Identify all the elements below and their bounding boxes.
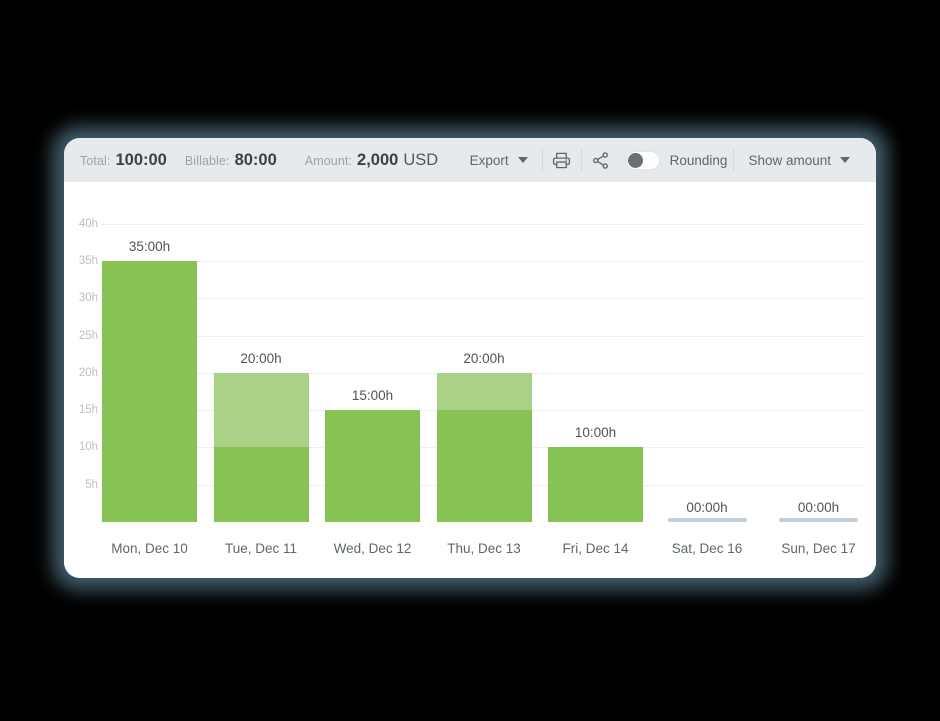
chevron-down-icon <box>517 157 528 163</box>
bar[interactable] <box>102 260 197 522</box>
bar[interactable] <box>213 372 309 522</box>
screen: Total: 100:00 Billable: 80:00 Amount: 2,… <box>0 0 940 721</box>
zero-bar-stub <box>779 518 858 522</box>
y-axis-tick: 35h <box>78 254 98 267</box>
y-axis-tick: 30h <box>78 292 98 305</box>
x-axis-label: Tue, Dec 11 <box>224 541 298 556</box>
share-button[interactable] <box>584 146 618 174</box>
show-amount-label: Show amount <box>748 152 831 168</box>
bar-value-label: 00:00h <box>797 500 840 515</box>
bar-segment-billable[interactable] <box>213 447 309 522</box>
total-label: Total: <box>80 153 111 168</box>
bar-segment-billable[interactable] <box>102 260 197 522</box>
x-axis-label: Thu, Dec 13 <box>447 541 521 556</box>
bar-chart: 5h 10h 15h 20h 25h 30h 35h 40h 35:00h Mon, Dec 1… <box>64 182 876 578</box>
amount-currency: USD <box>403 150 439 169</box>
bar-value-label: 20:00h <box>240 350 282 366</box>
divider <box>580 149 582 171</box>
zero-bar-stub <box>667 518 747 522</box>
amount-label: Amount: <box>304 153 353 168</box>
bar-column[interactable]: 00:00h Sat, Dec 16 <box>660 182 755 578</box>
x-axis-label: Wed, Dec 12 <box>333 541 412 556</box>
bar-segment-billable[interactable] <box>325 410 420 522</box>
y-axis-tick: 5h <box>85 478 98 491</box>
toolbar-actions: Export Rounding Show amount <box>458 138 862 182</box>
amount-value: 2,000 <box>357 150 399 169</box>
bar-value-label: 35:00h <box>128 238 171 254</box>
export-label: Export <box>469 152 509 168</box>
plot-area: 5h 10h 15h 20h 25h 30h 35h 40h 35:00h Mon, Dec 1… <box>64 182 876 578</box>
card-body: Total: 100:00 Billable: 80:00 Amount: 2,… <box>64 138 876 578</box>
bar-value-label: 20:00h <box>463 350 505 366</box>
x-axis-label: Sun, Dec 17 <box>781 541 856 556</box>
report-card: Total: 100:00 Billable: 80:00 Amount: 2,… <box>52 126 888 590</box>
x-axis-label: Mon, Dec 10 <box>111 541 188 556</box>
y-axis-tick: 10h <box>78 441 98 454</box>
total-stat: Total: 100:00 <box>80 151 167 170</box>
chevron-down-icon <box>840 157 850 163</box>
bar[interactable] <box>325 410 420 522</box>
bar-segment-nonbillable[interactable] <box>436 372 532 411</box>
bar[interactable] <box>548 447 643 522</box>
bar[interactable] <box>436 372 532 522</box>
bar-column[interactable]: 15:00h Wed, Dec 12 <box>325 182 420 578</box>
x-axis-label: Sat, Dec 16 <box>671 541 743 556</box>
bar-column[interactable]: 20:00h Tue, Dec 11 <box>213 182 309 578</box>
y-axis-tick: 15h <box>78 404 98 417</box>
toolbar: Total: 100:00 Billable: 80:00 Amount: 2,… <box>64 138 876 182</box>
divider <box>733 149 735 171</box>
bar-segment-billable[interactable] <box>436 410 532 522</box>
share-icon <box>591 151 610 170</box>
print-button[interactable] <box>545 146 579 174</box>
rounding-toggle[interactable] <box>625 150 660 170</box>
bar-column[interactable]: 00:00h Sun, Dec 17 <box>771 182 866 578</box>
total-value: 100:00 <box>115 150 167 169</box>
billable-value: 80:00 <box>234 150 277 169</box>
bar-column[interactable]: 35:00h Mon, Dec 10 <box>102 182 197 578</box>
show-amount-dropdown[interactable]: Show amount <box>736 146 862 174</box>
y-axis-tick: 25h <box>78 329 98 342</box>
y-axis-tick: 20h <box>78 366 98 379</box>
amount-stat: Amount: 2,000 USD <box>305 151 438 170</box>
bar-value-label: 15:00h <box>351 388 394 404</box>
bar-series: 35:00h Mon, Dec 10 20:00h Tue, Dec 11 15:00h… <box>102 182 864 578</box>
billable-stat: Billable: 80:00 <box>185 151 277 170</box>
bar-value-label: 00:00h <box>686 500 728 515</box>
x-axis-label: Fri, Dec 14 <box>562 541 629 556</box>
bar-column[interactable]: 20:00h Thu, Dec 13 <box>436 182 532 578</box>
y-axis-tick: 40h <box>78 217 98 230</box>
divider <box>541 149 543 171</box>
bar-column[interactable]: 10:00h Fri, Dec 14 <box>548 182 643 578</box>
bar-segment-billable[interactable] <box>548 447 643 522</box>
printer-icon <box>552 151 571 170</box>
billable-label: Billable: <box>184 153 230 168</box>
export-dropdown[interactable]: Export <box>458 146 540 174</box>
summary-stats: Total: 100:00 Billable: 80:00 Amount: 2,… <box>80 151 438 170</box>
toggle-knob <box>627 152 643 168</box>
bar-segment-nonbillable[interactable] <box>213 372 309 448</box>
bar-value-label: 10:00h <box>574 425 617 441</box>
rounding-label: Rounding <box>669 152 728 168</box>
